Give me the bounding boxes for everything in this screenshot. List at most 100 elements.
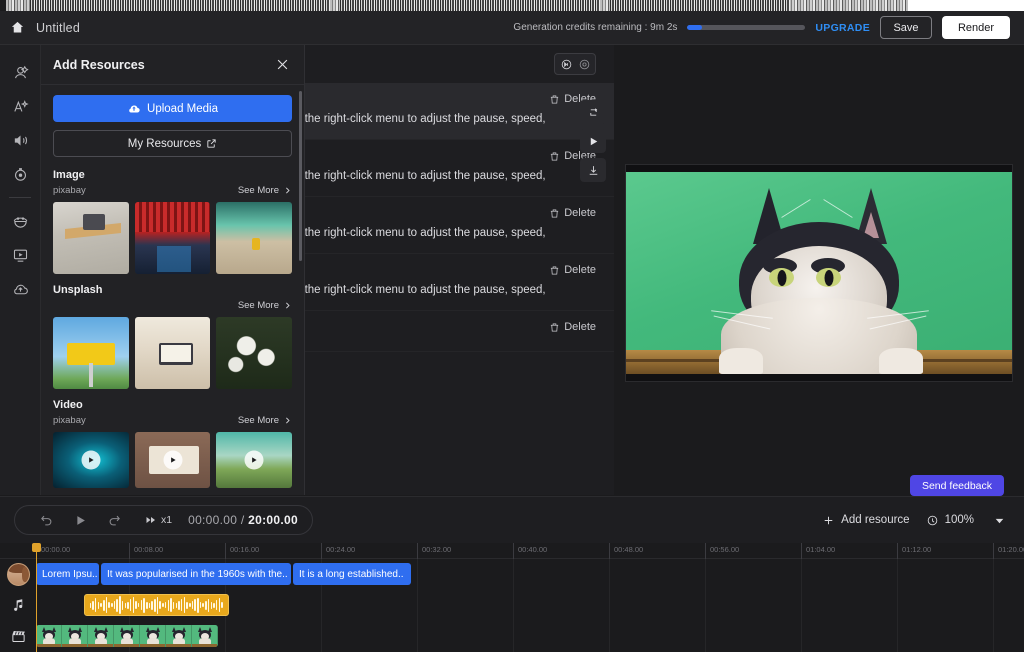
rail-item-timer[interactable] (5, 157, 35, 191)
thumb-stage-lights[interactable] (135, 202, 211, 274)
upload-media-button[interactable]: Upload Media (53, 95, 292, 122)
rail-item-media[interactable] (5, 238, 35, 272)
ruler-tick-label: 00:48.00 (614, 545, 643, 554)
avatar[interactable] (7, 563, 30, 586)
section-title: Image (53, 169, 292, 181)
clapperboard-icon (11, 629, 26, 644)
preview-tool-column (580, 100, 606, 182)
rail-item-ai-avatar[interactable] (5, 55, 35, 89)
home-button[interactable] (0, 11, 34, 45)
upgrade-link[interactable]: UPGRADE (815, 22, 870, 34)
section-subheader: pixabaySee More (53, 184, 292, 197)
delete-segment-button[interactable]: Delete (305, 93, 600, 105)
save-button[interactable]: Save (880, 16, 932, 39)
delete-segment-button[interactable]: Delete (305, 207, 600, 219)
ruler-tick-label: 01:20.00 (998, 545, 1024, 554)
see-more-button[interactable]: See More (238, 185, 292, 196)
loop-icon (587, 106, 600, 119)
track-subtitles[interactable]: Lorem Ipsu..It was popularised in the 19… (0, 559, 1024, 589)
my-resources-button[interactable]: My Resources (53, 130, 292, 157)
delete-segment-button[interactable]: Delete (305, 264, 600, 276)
loop-button[interactable] (580, 100, 606, 124)
thumb-beach[interactable] (216, 432, 292, 488)
rail-item-text-to-speech[interactable] (5, 123, 35, 157)
transport-controls: x1 00:00.00 / 20:00.00 (14, 505, 313, 535)
render-button[interactable]: Render (942, 16, 1010, 39)
see-more-button[interactable]: See More (238, 300, 292, 311)
timeline-expand-button[interactable] (990, 511, 1008, 529)
delete-label: Delete (564, 207, 596, 219)
track-video[interactable] (0, 621, 1024, 651)
segment-text[interactable]: e the right-click menu to adjust the pau… (305, 111, 600, 127)
media-screen-icon (12, 247, 29, 264)
thumb-hiker[interactable] (216, 202, 292, 274)
delete-segment-button[interactable]: Delete (305, 150, 600, 162)
timeline-playhead[interactable] (36, 543, 37, 652)
transport-bar: x1 00:00.00 / 20:00.00 Add resource 100% (0, 496, 1024, 543)
see-more-button[interactable]: See More (238, 415, 292, 426)
segment-text[interactable]: e the right-click menu to adjust the pau… (305, 282, 600, 298)
timeline-ruler[interactable]: 00:00.0000:08.0000:16.0000:24.0000:32.00… (0, 543, 1024, 559)
script-segment[interactable]: Delete e the right-click menu to adjust t… (305, 254, 614, 311)
segment-text[interactable]: e the right-click menu to adjust the pau… (305, 225, 600, 241)
panel-scrollbar[interactable] (299, 91, 302, 261)
thumb-neon-loop[interactable] (53, 432, 129, 488)
script-segment[interactable]: Delete e the right-click menu to adjust t… (305, 140, 614, 197)
timeline-clip[interactable]: It was popularised in the 1960s with the… (101, 563, 291, 585)
rail-item-emotion[interactable] (5, 204, 35, 238)
home-icon (10, 20, 25, 35)
thumb-desk-chairs[interactable] (53, 202, 129, 274)
zoom-control[interactable]: 100% (926, 514, 974, 527)
thumb-flowers[interactable] (216, 317, 292, 389)
script-segment-list: Delete e the right-click menu to adjust t… (305, 83, 614, 352)
rail-item-ai-text[interactable] (5, 89, 35, 123)
my-resources-label: My Resources (128, 138, 202, 150)
track-icon[interactable] (6, 624, 30, 648)
trash-icon (549, 265, 560, 276)
segment-text[interactable]: e the right-click menu to adjust the pau… (305, 168, 600, 184)
add-resource-button[interactable]: Add resource (822, 514, 909, 527)
close-panel-button[interactable] (272, 55, 292, 75)
document-title[interactable]: Untitled (36, 21, 80, 35)
play-button[interactable] (580, 129, 606, 153)
track-icon[interactable] (6, 562, 30, 586)
filmstrip-frame (192, 625, 218, 647)
editor-app: Untitled Generation credits remaining : … (0, 0, 1024, 652)
editor-mode-toggle (554, 53, 596, 75)
thumb-home-office[interactable] (135, 317, 211, 389)
delete-segment-button[interactable]: Delete (305, 321, 600, 333)
settings-circle-button[interactable] (576, 56, 592, 72)
playback-speed-control[interactable]: x1 (145, 514, 172, 526)
video-preview-frame[interactable] (625, 164, 1013, 382)
rail-item-upload[interactable] (5, 272, 35, 306)
track-icon[interactable] (6, 593, 30, 617)
close-icon (275, 57, 290, 72)
thumb-billboard[interactable] (53, 317, 129, 389)
script-segment[interactable]: Delete e the right-click menu to adjust t… (305, 197, 614, 254)
undo-button[interactable] (29, 507, 63, 533)
download-button[interactable] (580, 158, 606, 182)
track-audio[interactable] (0, 590, 1024, 620)
timeline-clip[interactable] (36, 625, 218, 647)
smile-icon (12, 213, 29, 230)
timecode-display: 00:00.00 / 20:00.00 (188, 513, 298, 527)
add-resource-label: Add resource (841, 514, 909, 526)
timeline-clip[interactable] (84, 594, 229, 616)
timeline[interactable]: 00:00.0000:08.0000:16.0000:24.0000:32.00… (0, 543, 1024, 652)
ruler-tick: 00:40.00 (513, 543, 514, 559)
play-pause-button[interactable] (63, 507, 97, 533)
ruler-tick-label: 00:16.00 (230, 545, 259, 554)
thumb-brick-screen[interactable] (135, 432, 211, 488)
redo-button[interactable] (97, 507, 131, 533)
undo-icon (39, 513, 54, 528)
mute-circle-button[interactable] (558, 56, 574, 72)
timeline-clip[interactable]: Lorem Ipsu.. (36, 563, 99, 585)
filmstrip-frame (62, 625, 88, 647)
send-feedback-button[interactable]: Send feedback (910, 475, 1004, 496)
script-segment[interactable]: Delete e the right-click menu to adjust t… (305, 83, 614, 140)
current-time: 00:00.00 (188, 513, 237, 527)
mute-circle-icon (560, 58, 573, 71)
plus-icon (822, 514, 835, 527)
timeline-clip[interactable]: It is a long established.. (293, 563, 411, 585)
script-segment[interactable]: Delete (305, 311, 614, 352)
